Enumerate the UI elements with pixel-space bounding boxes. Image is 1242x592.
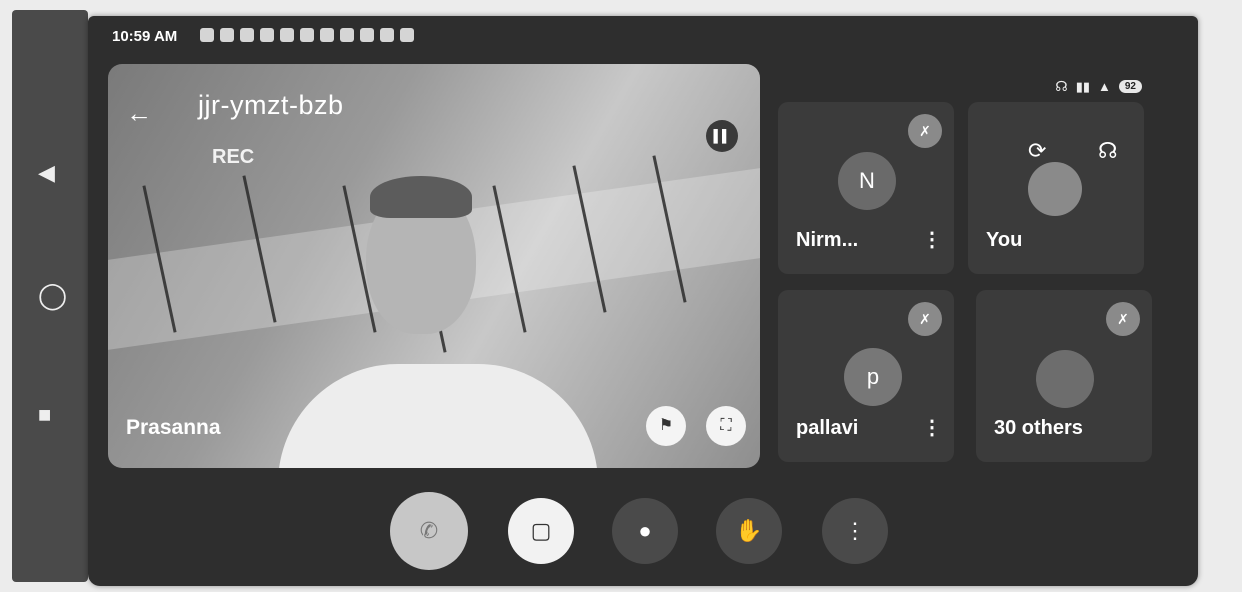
recording-label: REC	[212, 146, 255, 168]
notification-icon	[200, 28, 214, 42]
person-body	[278, 364, 598, 468]
more-vert-icon[interactable]: ⋮	[922, 415, 942, 440]
avatar	[1028, 162, 1082, 216]
hand-icon: ✋	[735, 518, 763, 543]
play-icon	[400, 28, 414, 42]
notification-icons	[200, 28, 414, 42]
wifi-icon: ▲	[1098, 79, 1111, 94]
headphones-icon[interactable]: ☊	[1098, 138, 1118, 164]
system-status-icons: ☊ ▮▮ ▲ 92	[1055, 78, 1142, 95]
avatar: p	[844, 348, 902, 406]
pin-icon[interactable]: ⚑	[646, 406, 686, 446]
raise-hand-button[interactable]: ✋	[716, 498, 782, 564]
person-hair	[370, 176, 472, 218]
fullscreen-icon[interactable]: ⛶	[706, 406, 746, 446]
mic-off-icon: ✗	[908, 114, 942, 148]
video-off-icon: ▢	[530, 518, 552, 543]
mic-off-icon: ✗	[908, 302, 942, 336]
camera-toggle-button[interactable]: ▢	[508, 498, 574, 564]
avatar	[1036, 350, 1094, 408]
more-options-button[interactable]: ⋮	[822, 498, 888, 564]
signal-icon: ▮▮	[1075, 78, 1090, 94]
participant-tile-pallavi[interactable]: ✗ p pallavi ⋮	[778, 290, 954, 462]
home-nav-icon[interactable]: ◯	[38, 280, 67, 311]
participant-name: Nirm...	[796, 229, 859, 251]
status-time: 10:59 AM	[112, 28, 178, 45]
headset-status-icon: ☊	[1055, 78, 1068, 94]
main-video-tile[interactable]: ← jjr-ymzt-bzb REC ▌▌ Prasanna ⚑ ⛶	[108, 64, 760, 468]
phone-screen: 10:59 AM ☊ ▮▮ ▲ 92 ← jjr-ymzt-bzb REC ▌▌…	[88, 16, 1198, 586]
phone-hangup-icon: ✆	[419, 518, 439, 543]
end-call-button[interactable]: ✆	[390, 492, 468, 570]
notification-icon	[280, 28, 294, 42]
participant-tile-you[interactable]: ⟳ ☊ You	[968, 102, 1144, 274]
battery-indicator: 92	[1118, 80, 1142, 93]
audio-level-icon: ▌▌	[706, 120, 738, 152]
participant-tile-nirm[interactable]: ✗ N Nirm... ⋮	[778, 102, 954, 274]
others-count: 30 others	[994, 417, 1083, 439]
meeting-code[interactable]: jjr-ymzt-bzb	[198, 90, 344, 121]
back-arrow-icon[interactable]: ←	[126, 98, 152, 129]
recents-nav-icon[interactable]: ■	[38, 402, 51, 428]
participant-name: pallavi	[796, 417, 859, 439]
mic-off-icon: ✗	[1106, 302, 1140, 336]
switch-camera-icon[interactable]: ⟳	[1028, 138, 1046, 164]
instagram-icon	[340, 28, 354, 42]
back-nav-icon[interactable]: ◀	[38, 160, 55, 186]
notification-icon	[300, 28, 314, 42]
participant-name: You	[986, 229, 1023, 251]
more-vert-icon[interactable]: ⋮	[922, 227, 942, 252]
main-participant-name: Prasanna	[126, 416, 221, 439]
microphone-icon: ●	[638, 518, 652, 543]
instagram-icon	[360, 28, 374, 42]
microphone-button[interactable]: ●	[612, 498, 678, 564]
more-vert-icon: ⋮	[844, 518, 866, 543]
participant-tile-others[interactable]: ✗ 30 others	[976, 290, 1152, 462]
telegram-icon	[240, 28, 254, 42]
android-nav-bar: ◀ ◯ ■	[12, 10, 88, 582]
notification-icon	[260, 28, 274, 42]
notification-icon	[220, 28, 234, 42]
notification-icon	[320, 28, 334, 42]
avatar: N	[838, 152, 896, 210]
youtube-icon	[380, 28, 394, 42]
